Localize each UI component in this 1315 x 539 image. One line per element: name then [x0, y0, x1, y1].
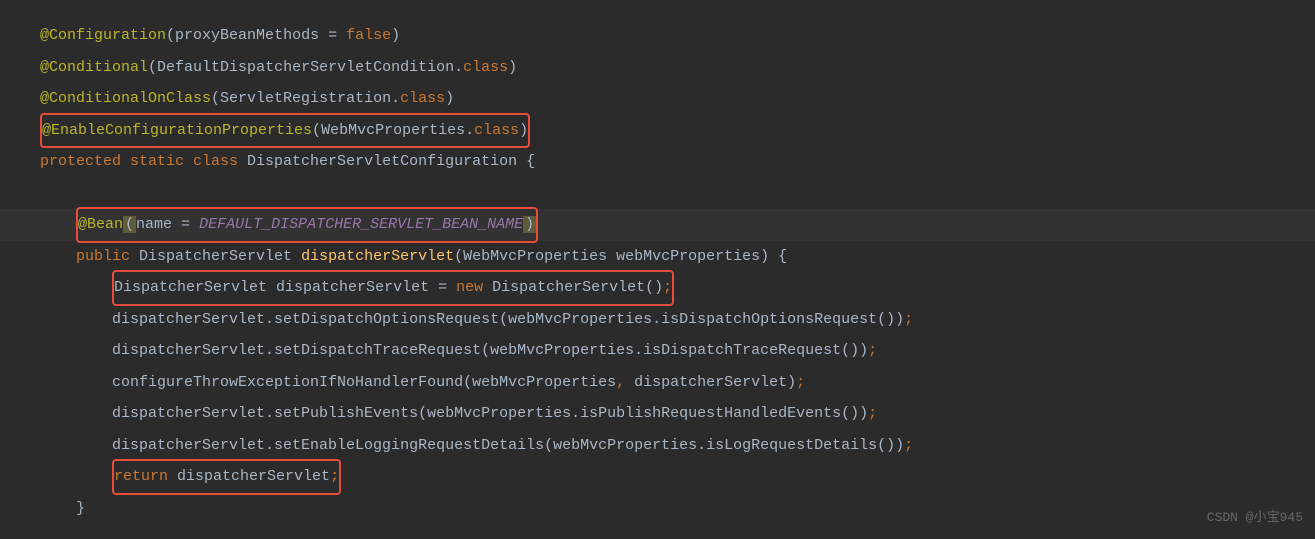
annotation-conditionalonclass: @ConditionalOnClass — [40, 90, 211, 107]
code-line-2: @Conditional(DefaultDispatcherServletCon… — [40, 52, 1275, 84]
semicolon: ; — [868, 405, 877, 422]
keyword-class: class — [474, 122, 519, 139]
keyword-class: class — [463, 59, 508, 76]
statement: dispatcherServlet.setDispatchOptionsRequ… — [112, 311, 904, 328]
class-ref: WebMvcProperties — [321, 122, 465, 139]
semicolon: ; — [663, 279, 672, 296]
keyword-new: new — [456, 279, 492, 296]
paren-highlighted-open: ( — [123, 216, 136, 233]
class-ref: DefaultDispatcherServletCondition — [157, 59, 454, 76]
return-var: dispatcherServlet — [177, 468, 330, 485]
watermark: CSDN @小宝945 — [1207, 504, 1303, 531]
code-line-6: @Bean(name = DEFAULT_DISPATCHER_SERVLET_… — [0, 209, 1315, 241]
annotation-enableconfigprops: @EnableConfigurationProperties — [42, 122, 312, 139]
code-line-11: configureThrowExceptionIfNoHandlerFound(… — [40, 367, 1275, 399]
statement-part2: dispatcherServlet) — [634, 374, 796, 391]
var-name: dispatcherServlet = — [276, 279, 456, 296]
dot: . — [391, 90, 400, 107]
semicolon: ; — [904, 437, 913, 454]
highlight-box-3: DispatcherServlet dispatcherServlet = ne… — [112, 270, 674, 306]
statement-part1: configureThrowExceptionIfNoHandlerFound(… — [112, 374, 616, 391]
highlight-box-1: @EnableConfigurationProperties(WebMvcPro… — [40, 113, 530, 149]
code-line-4: @EnableConfigurationProperties(WebMvcPro… — [40, 115, 1275, 147]
semicolon: ; — [796, 374, 805, 391]
paren-open: ( — [312, 122, 321, 139]
paren-open: ( — [211, 90, 220, 107]
code-line-blank — [40, 178, 1275, 210]
code-line-1: @Configuration(proxyBeanMethods = false) — [40, 20, 1275, 52]
annotation-conditional: @Conditional — [40, 59, 148, 76]
paren-open: ( — [166, 27, 175, 44]
statement: dispatcherServlet.setEnableLoggingReques… — [112, 437, 904, 454]
paren-highlighted-close: ) — [523, 216, 536, 233]
keyword-return: return — [114, 468, 177, 485]
statement: dispatcherServlet.setDispatchTraceReques… — [112, 342, 868, 359]
dot: . — [454, 59, 463, 76]
code-line-8: DispatcherServlet dispatcherServlet = ne… — [40, 272, 1275, 304]
semicolon: ; — [330, 468, 339, 485]
semicolon: ; — [904, 311, 913, 328]
code-line-10: dispatcherServlet.setDispatchTraceReques… — [40, 335, 1275, 367]
code-line-13: dispatcherServlet.setEnableLoggingReques… — [40, 430, 1275, 462]
var-type: DispatcherServlet — [114, 279, 276, 296]
code-line-7: public DispatcherServlet dispatcherServl… — [40, 241, 1275, 273]
semicolon: ; — [868, 342, 877, 359]
statement: dispatcherServlet.setPublishEvents(webMv… — [112, 405, 868, 422]
class-name: DispatcherServletConfiguration — [247, 153, 526, 170]
annotation-configuration: @Configuration — [40, 27, 166, 44]
param-name: proxyBeanMethods = — [175, 27, 346, 44]
code-line-15: } — [40, 493, 1275, 525]
code-line-3: @ConditionalOnClass(ServletRegistration.… — [40, 83, 1275, 115]
return-type: DispatcherServlet — [139, 248, 301, 265]
comma: , — [616, 374, 634, 391]
constant-name: DEFAULT_DISPATCHER_SERVLET_BEAN_NAME — [199, 216, 523, 233]
code-line-14: return dispatcherServlet; — [40, 461, 1275, 493]
method-name: dispatcherServlet — [301, 248, 454, 265]
code-line-12: dispatcherServlet.setPublishEvents(webMv… — [40, 398, 1275, 430]
paren-open: ( — [148, 59, 157, 76]
ctor-call: DispatcherServlet() — [492, 279, 663, 296]
paren-close: ) — [508, 59, 517, 76]
keyword-false: false — [346, 27, 391, 44]
highlight-box-4: return dispatcherServlet; — [112, 459, 341, 495]
class-ref: ServletRegistration — [220, 90, 391, 107]
code-line-5: protected static class DispatcherServlet… — [40, 146, 1275, 178]
modifier-public: public — [76, 248, 139, 265]
brace-close: } — [76, 500, 85, 517]
paren-close: ) — [519, 122, 528, 139]
keyword-class: class — [400, 90, 445, 107]
code-line-9: dispatcherServlet.setDispatchOptionsRequ… — [40, 304, 1275, 336]
paren-close: ) — [445, 90, 454, 107]
class-modifiers: protected static class — [40, 153, 247, 170]
dot: . — [465, 122, 474, 139]
method-params: (WebMvcProperties webMvcProperties) { — [454, 248, 787, 265]
paren-close: ) — [391, 27, 400, 44]
param-name: name = — [136, 216, 199, 233]
brace-open: { — [526, 153, 535, 170]
highlight-box-2: @Bean(name = DEFAULT_DISPATCHER_SERVLET_… — [76, 207, 538, 243]
annotation-bean: @Bean — [78, 216, 123, 233]
